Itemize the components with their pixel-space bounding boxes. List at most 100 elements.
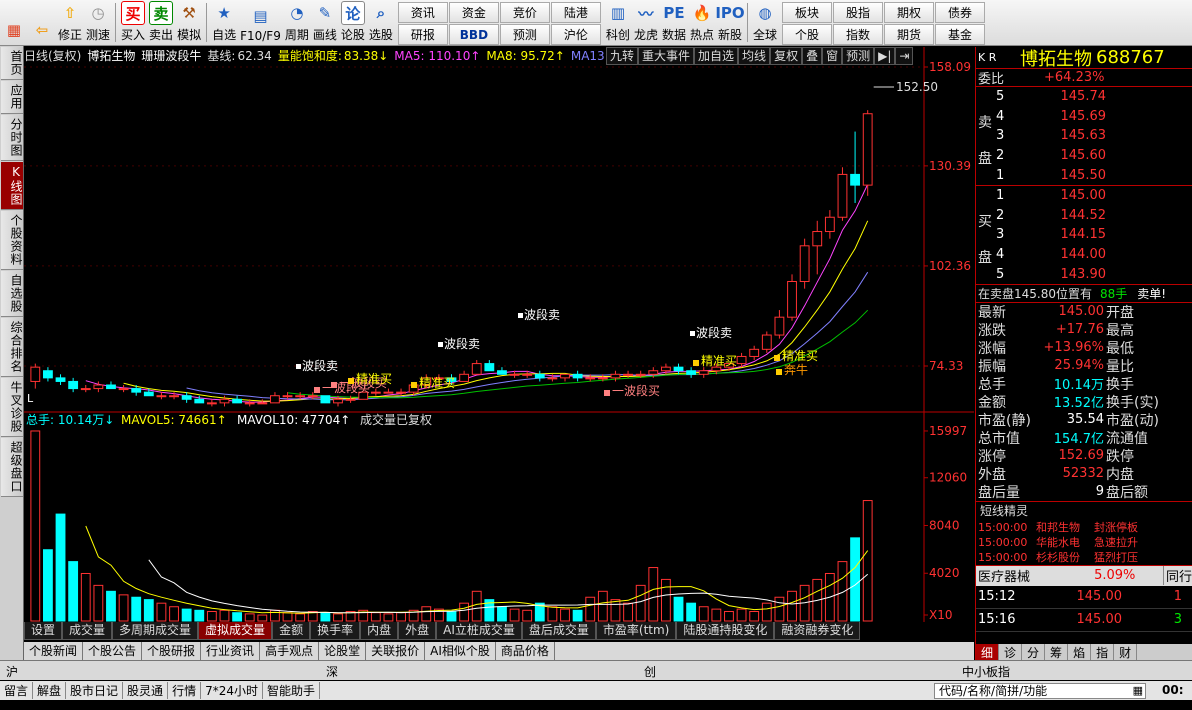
toolbar-grid-5[interactable]: BBD: [448, 24, 499, 45]
level-price[interactable]: 144.15: [1046, 227, 1107, 242]
toolbar-grid-6[interactable]: 预测: [499, 24, 550, 45]
status-item-6[interactable]: 智能助手: [263, 682, 320, 699]
toolbar-left-3[interactable]: ◷ 测速: [84, 0, 112, 45]
news-tab-3[interactable]: 行业资讯: [201, 642, 261, 660]
left-tab-5[interactable]: 自选股: [1, 271, 23, 317]
toolbar-grid-4[interactable]: 研报: [397, 24, 448, 45]
level-price[interactable]: 145.63: [1046, 128, 1107, 143]
toolbar-left-0[interactable]: ▦: [0, 0, 28, 45]
toolbar-grid-3[interactable]: 陆港: [550, 2, 601, 23]
news-tab-7[interactable]: AI相似个股: [425, 642, 496, 660]
toolbar-grid-0[interactable]: 资讯: [397, 2, 448, 23]
status-item-2[interactable]: 股市日记: [66, 682, 124, 699]
toolbar-nav-5[interactable]: ⌕ 选股: [367, 0, 395, 45]
elf-stock[interactable]: 华能水电: [1036, 534, 1094, 550]
indicator-tab-11[interactable]: 陆股通持股变化: [676, 622, 775, 640]
toolbar-trade-2[interactable]: ⚒ 模拟: [175, 0, 203, 45]
chart-tool-1[interactable]: 重大事件: [638, 47, 695, 65]
chart-tool-6[interactable]: 窗: [822, 47, 843, 65]
indicator-tab-2[interactable]: 多周期成交量: [112, 622, 199, 640]
indicator-tab-1[interactable]: 成交量: [62, 622, 113, 640]
right-tab-4[interactable]: 焰: [1068, 644, 1092, 660]
market-cy[interactable]: 创: [644, 663, 656, 680]
toolbar-right-1[interactable]: 股指: [833, 2, 884, 23]
left-tab-4[interactable]: 个股资料: [1, 211, 23, 270]
status-item-3[interactable]: 股灵通: [123, 682, 169, 699]
elf-stock[interactable]: 杉杉股份: [1036, 549, 1094, 565]
level-price[interactable]: 144.52: [1046, 208, 1107, 223]
right-tab-5[interactable]: 指: [1091, 644, 1115, 660]
chart-tool-9[interactable]: ⇥: [895, 47, 914, 65]
left-tab-0[interactable]: 首页: [1, 47, 23, 80]
toolbar-left-2[interactable]: ⇧ 修正: [56, 0, 84, 45]
search-icon[interactable]: ▦: [1133, 684, 1143, 698]
toolbar-nav-1[interactable]: ▤ F10/F9: [238, 0, 283, 45]
toolbar-world-x-0[interactable]: ◍ 全球: [751, 0, 779, 45]
left-tab-6[interactable]: 综合排名: [1, 318, 23, 377]
news-tab-6[interactable]: 关联报价: [366, 642, 426, 660]
elf-stock[interactable]: 和邦生物: [1036, 519, 1094, 535]
toolbar-right-2[interactable]: 期权: [884, 2, 935, 23]
toolbar-grid-7[interactable]: 沪伦: [550, 24, 601, 45]
level-price[interactable]: 145.50: [1046, 168, 1107, 183]
indicator-tab-0[interactable]: 设置: [24, 622, 63, 640]
toolbar-right-5[interactable]: 指数: [833, 24, 884, 45]
left-tab-3[interactable]: K线图: [1, 162, 23, 210]
level-price[interactable]: 145.69: [1046, 109, 1107, 124]
news-tab-8[interactable]: 商品价格: [496, 642, 555, 660]
toolbar-more-2[interactable]: PE 数据: [660, 0, 688, 45]
sector-more[interactable]: 同行: [1162, 566, 1192, 586]
level-price[interactable]: 143.90: [1046, 267, 1107, 282]
status-item-0[interactable]: 留言: [0, 682, 34, 699]
toolbar-more-3[interactable]: 🔥 热点: [688, 0, 716, 45]
indicator-tab-8[interactable]: AI立桩成交量: [436, 622, 522, 640]
chart-tool-2[interactable]: 加自选: [694, 47, 739, 65]
toolbar-nav-3[interactable]: ✎ 画线: [311, 0, 339, 45]
indicator-tab-3[interactable]: 虚拟成交量: [198, 622, 273, 640]
chart-tool-7[interactable]: 预测: [842, 47, 875, 65]
chart-tool-0[interactable]: 九转: [606, 47, 639, 65]
toolbar-more-1[interactable]: 〰龙虎: [632, 0, 660, 45]
news-tab-2[interactable]: 个股研报: [142, 642, 202, 660]
level-price[interactable]: 145.74: [1046, 89, 1107, 104]
search-input[interactable]: 代码/名称/简拼/功能 ▦: [934, 683, 1146, 699]
right-tab-3[interactable]: 筹: [1045, 644, 1069, 660]
indicator-tab-6[interactable]: 内盘: [360, 622, 399, 640]
right-tab-0[interactable]: 细: [976, 644, 1000, 660]
toolbar-more-0[interactable]: ▥ 科创: [604, 0, 632, 45]
toolbar-nav-2[interactable]: ◔ 周期: [283, 0, 311, 45]
indicator-tab-9[interactable]: 盘后成交量: [521, 622, 596, 640]
sector-name[interactable]: 医疗器械: [976, 566, 1094, 585]
toolbar-grid-1[interactable]: 资金: [448, 2, 499, 23]
news-tab-0[interactable]: 个股新闻: [24, 642, 84, 660]
news-tab-5[interactable]: 论股堂: [319, 642, 367, 660]
toolbar-right-3[interactable]: 债券: [935, 2, 986, 23]
toolbar-right-0[interactable]: 板块: [782, 2, 833, 23]
left-tab-1[interactable]: 应用: [1, 81, 23, 114]
chart-tool-4[interactable]: 复权: [770, 47, 803, 65]
status-item-1[interactable]: 解盘: [33, 682, 67, 699]
indicator-tab-4[interactable]: 金额: [272, 622, 311, 640]
indicator-tab-5[interactable]: 换手率: [310, 622, 361, 640]
toolbar-nav-0[interactable]: ★ 自选: [210, 0, 238, 45]
news-tab-4[interactable]: 高手观点: [260, 642, 320, 660]
toolbar-right-7[interactable]: 基金: [935, 24, 986, 45]
right-tab-6[interactable]: 财: [1114, 644, 1138, 660]
news-tab-1[interactable]: 个股公告: [83, 642, 143, 660]
chart-tool-3[interactable]: 均线: [738, 47, 771, 65]
chart-canvas[interactable]: 158.09130.39102.3674.33152.50波段卖波段卖波段卖波段…: [24, 47, 974, 622]
right-tab-2[interactable]: 分: [1022, 644, 1046, 660]
toolbar-right-4[interactable]: 个股: [782, 24, 833, 45]
left-tab-8[interactable]: 超级盘口: [1, 438, 23, 497]
right-tab-1[interactable]: 诊: [999, 644, 1023, 660]
indicator-tab-10[interactable]: 市盈率(ttm): [595, 622, 677, 640]
indicator-tab-12[interactable]: 融资融券变化: [774, 622, 861, 640]
toolbar-trade-0[interactable]: 买买入: [119, 0, 147, 45]
left-tab-7[interactable]: 牛叉诊股: [1, 378, 23, 437]
status-item-4[interactable]: 行情: [168, 682, 202, 699]
toolbar-more-4[interactable]: IPO 新股: [715, 0, 744, 45]
toolbar-left-1[interactable]: ⇦: [28, 0, 56, 45]
toolbar-grid-2[interactable]: 竞价: [499, 2, 550, 23]
chart-tool-5[interactable]: 叠: [802, 47, 823, 65]
indicator-tab-7[interactable]: 外盘: [398, 622, 437, 640]
